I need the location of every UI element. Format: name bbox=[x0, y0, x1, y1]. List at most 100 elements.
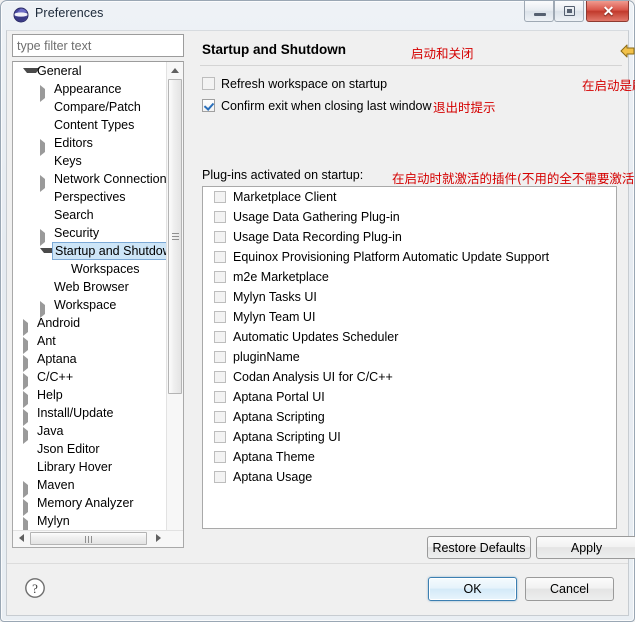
tree-item-search[interactable]: Search bbox=[13, 206, 168, 224]
plugins-list[interactable]: Marketplace Client Usage Data Gathering P… bbox=[202, 186, 617, 529]
tree-item-label: Ant bbox=[37, 334, 56, 348]
cancel-button[interactable]: Cancel bbox=[525, 577, 614, 601]
tree-item-compare-patch[interactable]: Compare/Patch bbox=[13, 98, 168, 116]
tree-item-perspectives[interactable]: Perspectives bbox=[13, 188, 168, 206]
tree-item-label: Android bbox=[37, 316, 81, 330]
tree-item-json-editor[interactable]: Json Editor bbox=[13, 440, 168, 458]
tree-item-label: Editors bbox=[54, 136, 93, 150]
scroll-up-button[interactable] bbox=[167, 62, 183, 78]
tree-item-startup-and-shutdown[interactable]: Startup and Shutdown bbox=[13, 242, 168, 260]
plugin-checkbox[interactable] bbox=[214, 431, 226, 443]
tree-item-mylyn[interactable]: Mylyn bbox=[13, 512, 168, 532]
plugin-row[interactable]: Aptana Theme bbox=[203, 447, 616, 467]
plugin-label: Codan Analysis UI for C/C++ bbox=[233, 370, 393, 384]
title-bar: Preferences ✕ bbox=[0, 0, 635, 30]
plugin-row[interactable]: Aptana Scripting UI bbox=[203, 427, 616, 447]
plugin-checkbox[interactable] bbox=[214, 311, 226, 323]
tree-item-editors[interactable]: Editors bbox=[13, 134, 168, 156]
plugin-checkbox[interactable] bbox=[214, 231, 226, 243]
plugin-row[interactable]: Aptana Scripting bbox=[203, 407, 616, 427]
plugin-row[interactable]: Mylyn Tasks UI bbox=[203, 287, 616, 307]
plugin-label: Automatic Updates Scheduler bbox=[233, 330, 399, 344]
help-question-icon[interactable]: ? bbox=[24, 577, 46, 599]
refresh-workspace-checkbox[interactable] bbox=[202, 77, 215, 90]
plugin-checkbox[interactable] bbox=[214, 351, 226, 363]
plugins-label: Plug-ins activated on startup: bbox=[202, 168, 364, 182]
plugin-label: Aptana Portal UI bbox=[233, 390, 325, 404]
tree-item-aptana[interactable]: Aptana bbox=[13, 350, 168, 372]
plugin-checkbox[interactable] bbox=[214, 411, 226, 423]
plugin-checkbox[interactable] bbox=[214, 251, 226, 263]
tree-item-memory-analyzer[interactable]: Memory Analyzer bbox=[13, 494, 168, 516]
tree-item-workspace[interactable]: Workspace bbox=[13, 296, 168, 318]
plugin-row[interactable]: Usage Data Recording Plug-in bbox=[203, 227, 616, 247]
plugin-checkbox[interactable] bbox=[214, 191, 226, 203]
tree-item-security[interactable]: Security bbox=[13, 224, 168, 246]
tree-item-keys[interactable]: Keys bbox=[13, 152, 168, 170]
scroll-left-button[interactable] bbox=[13, 531, 29, 546]
plugin-row[interactable]: Mylyn Team UI bbox=[203, 307, 616, 327]
tree-item-label: Perspectives bbox=[54, 190, 126, 204]
tree-item-network-connections[interactable]: Network Connections bbox=[13, 170, 168, 192]
back-arrow-icon[interactable] bbox=[620, 44, 635, 63]
tree-item-maven[interactable]: Maven bbox=[13, 476, 168, 498]
plugin-row[interactable]: Equinox Provisioning Platform Automatic … bbox=[203, 247, 616, 267]
plugin-checkbox[interactable] bbox=[214, 391, 226, 403]
tree-item-content-types[interactable]: Content Types bbox=[13, 116, 168, 134]
tree-item-web-browser[interactable]: Web Browser bbox=[13, 278, 168, 296]
filter-input[interactable] bbox=[12, 34, 184, 57]
page-title-annotation: 启动和关闭 bbox=[411, 46, 474, 61]
plugin-label: Aptana Scripting bbox=[233, 410, 325, 424]
vertical-scrollbar-thumb[interactable] bbox=[168, 79, 182, 394]
confirm-exit-checkbox[interactable] bbox=[202, 99, 215, 112]
plugin-row[interactable]: m2e Marketplace bbox=[203, 267, 616, 287]
svg-text:?: ? bbox=[32, 581, 38, 596]
tree-item-c-c[interactable]: C/C++ bbox=[13, 368, 168, 390]
plugin-checkbox[interactable] bbox=[214, 211, 226, 223]
preferences-tree[interactable]: General Appearance Compare/Patch Content Ty… bbox=[12, 61, 184, 548]
tree-item-label: Keys bbox=[54, 154, 82, 168]
tree-item-general[interactable]: General bbox=[13, 62, 168, 80]
tree-item-install-update[interactable]: Install/Update bbox=[13, 404, 168, 426]
tree-item-label: General bbox=[37, 64, 82, 78]
tree-vertical-scrollbar[interactable] bbox=[166, 62, 183, 547]
tree-item-appearance[interactable]: Appearance bbox=[13, 80, 168, 102]
plugin-row[interactable]: Aptana Portal UI bbox=[203, 387, 616, 407]
horizontal-scrollbar-thumb[interactable] bbox=[30, 532, 147, 545]
tree-item-label: Appearance bbox=[54, 82, 122, 96]
plugin-checkbox[interactable] bbox=[214, 331, 226, 343]
plugin-checkbox[interactable] bbox=[214, 271, 226, 283]
plugin-checkbox[interactable] bbox=[214, 451, 226, 463]
tree-item-workspaces[interactable]: Workspaces bbox=[13, 260, 168, 278]
tree-horizontal-scrollbar[interactable] bbox=[13, 530, 183, 547]
tree-item-label: Help bbox=[37, 388, 63, 402]
tree-item-android[interactable]: Android bbox=[13, 314, 168, 336]
tree-item-help[interactable]: Help bbox=[13, 386, 168, 408]
tree-item-label: Search bbox=[54, 208, 94, 222]
close-button[interactable]: ✕ bbox=[586, 1, 629, 22]
plugin-row[interactable]: Codan Analysis UI for C/C++ bbox=[203, 367, 616, 387]
plugin-row[interactable]: Marketplace Client bbox=[203, 187, 616, 207]
plugin-row[interactable]: Usage Data Gathering Plug-in bbox=[203, 207, 616, 227]
tree-item-java[interactable]: Java bbox=[13, 422, 168, 444]
tree-item-library-hover[interactable]: Library Hover bbox=[13, 458, 168, 476]
apply-button[interactable]: Apply bbox=[536, 536, 635, 559]
plugin-row[interactable]: pluginName bbox=[203, 347, 616, 367]
plugin-checkbox[interactable] bbox=[214, 371, 226, 383]
tree-item-ant[interactable]: Ant bbox=[13, 332, 168, 354]
minimize-button[interactable] bbox=[524, 1, 554, 22]
plugin-checkbox[interactable] bbox=[214, 471, 226, 483]
tree-item-list: General Appearance Compare/Patch Content Ty… bbox=[13, 62, 168, 532]
tree-item-label: Install/Update bbox=[37, 406, 114, 420]
plugin-label: Marketplace Client bbox=[233, 190, 337, 204]
plugin-row[interactable]: Automatic Updates Scheduler bbox=[203, 327, 616, 347]
plugin-checkbox[interactable] bbox=[214, 291, 226, 303]
tree-item-label: Compare/Patch bbox=[54, 100, 141, 114]
plugin-row[interactable]: Aptana Usage bbox=[203, 467, 616, 487]
scroll-right-button[interactable] bbox=[151, 531, 167, 546]
restore-defaults-button[interactable]: Restore Defaults bbox=[427, 536, 531, 559]
ok-button[interactable]: OK bbox=[428, 577, 517, 601]
maximize-button[interactable] bbox=[554, 1, 584, 22]
tree-item-label: Java bbox=[37, 424, 64, 438]
plugins-annotation: 在启动时就激活的插件(不用的全不需要激活) bbox=[392, 171, 635, 186]
